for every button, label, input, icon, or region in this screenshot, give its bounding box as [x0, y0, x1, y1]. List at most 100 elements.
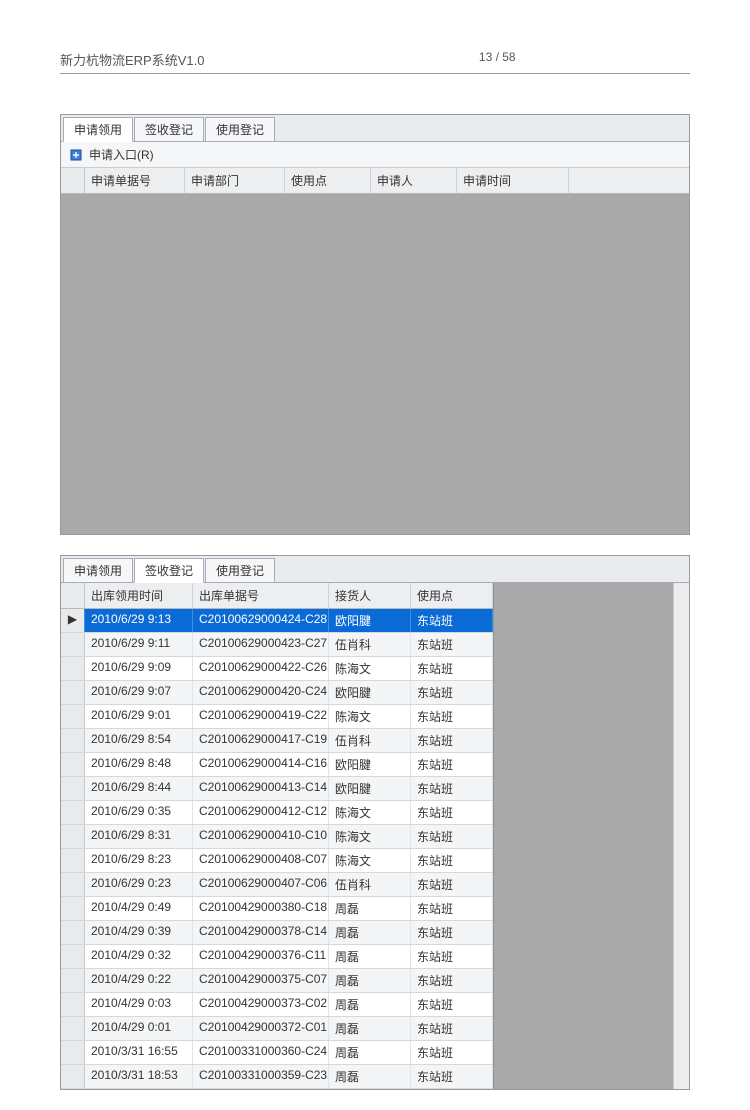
cell: 周磊 [329, 1065, 411, 1088]
table-row[interactable]: 2010/4/29 0:39C20100429000378-C14周磊东站班 [61, 921, 493, 945]
row-indicator [61, 993, 85, 1016]
grid-lower-body[interactable]: ▶2010/6/29 9:13C20100629000424-C28欧阳腱东站班… [61, 609, 493, 1089]
table-row[interactable]: 2010/6/29 9:11C20100629000423-C27伍肖科东站班 [61, 633, 493, 657]
table-row[interactable]: 2010/6/29 8:48C20100629000414-C16欧阳腱东站班 [61, 753, 493, 777]
grid-lower-empty-area [493, 583, 673, 1089]
table-row[interactable]: 2010/4/29 0:01C20100429000372-C01周磊东站班 [61, 1017, 493, 1041]
cell: 东站班 [411, 777, 493, 800]
toolbar-upper: 申请入口(R) [61, 142, 689, 168]
tabs-lower: 申请领用 签收登记 使用登记 [61, 556, 689, 583]
cell: 东站班 [411, 873, 493, 896]
table-row[interactable]: 2010/6/29 8:44C20100629000413-C14欧阳腱东站班 [61, 777, 493, 801]
row-indicator [61, 729, 85, 752]
tab-usage-lower[interactable]: 使用登记 [205, 558, 275, 582]
cell: 周磊 [329, 897, 411, 920]
cell: C20100331000359-C23 [193, 1065, 329, 1088]
cell: 2010/6/29 0:23 [85, 873, 193, 896]
cell: 2010/6/29 0:35 [85, 801, 193, 824]
col-out-time[interactable]: 出库领用时间 [85, 583, 193, 608]
col-apply-time[interactable]: 申请时间 [457, 168, 569, 193]
cell: 2010/6/29 9:09 [85, 657, 193, 680]
table-row[interactable]: 2010/4/29 0:22C20100429000375-C07周磊东站班 [61, 969, 493, 993]
cell: C20100331000360-C24 [193, 1041, 329, 1064]
table-row[interactable]: 2010/6/29 9:09C20100629000422-C26陈海文东站班 [61, 657, 493, 681]
cell: 东站班 [411, 729, 493, 752]
cell: C20100629000424-C28 [193, 609, 329, 632]
cell: 陈海文 [329, 657, 411, 680]
row-indicator [61, 681, 85, 704]
cell: 欧阳腱 [329, 753, 411, 776]
cell: 2010/4/29 0:49 [85, 897, 193, 920]
table-row[interactable]: 2010/6/29 8:23C20100629000408-C07陈海文东站班 [61, 849, 493, 873]
tab-apply[interactable]: 申请领用 [63, 117, 133, 142]
table-row[interactable]: 2010/3/31 18:53C20100331000359-C23周磊东站班 [61, 1065, 493, 1089]
table-row[interactable]: 2010/6/29 0:35C20100629000412-C12陈海文东站班 [61, 801, 493, 825]
col-use-point[interactable]: 使用点 [285, 168, 371, 193]
table-row[interactable]: 2010/6/29 9:07C20100629000420-C24欧阳腱东站班 [61, 681, 493, 705]
grid-lower-header: 出库领用时间 出库单据号 接货人 使用点 [61, 583, 493, 609]
col-apply-no[interactable]: 申请单据号 [85, 168, 185, 193]
col-receiver[interactable]: 接货人 [329, 583, 411, 608]
cell: 东站班 [411, 1017, 493, 1040]
tab-signin-lower[interactable]: 签收登记 [134, 558, 204, 583]
cell: 周磊 [329, 1017, 411, 1040]
cell: 2010/6/29 9:11 [85, 633, 193, 656]
vertical-scrollbar[interactable] [673, 583, 689, 1089]
table-row[interactable]: 2010/6/29 9:01C20100629000419-C22陈海文东站班 [61, 705, 493, 729]
cell: 东站班 [411, 705, 493, 728]
cell: 东站班 [411, 1041, 493, 1064]
row-indicator [61, 777, 85, 800]
row-indicator [61, 1065, 85, 1088]
cell: C20100629000407-C06 [193, 873, 329, 896]
col-out-no[interactable]: 出库单据号 [193, 583, 329, 608]
table-row[interactable]: 2010/6/29 8:54C20100629000417-C19伍肖科东站班 [61, 729, 493, 753]
cell: 2010/6/29 8:23 [85, 849, 193, 872]
cell: C20100629000420-C24 [193, 681, 329, 704]
cell: 2010/6/29 8:31 [85, 825, 193, 848]
cell: 东站班 [411, 921, 493, 944]
cell: C20100629000419-C22 [193, 705, 329, 728]
cell: 东站班 [411, 945, 493, 968]
cell: C20100629000408-C07 [193, 849, 329, 872]
cell: C20100629000410-C10 [193, 825, 329, 848]
table-row[interactable]: 2010/4/29 0:32C20100429000376-C11周磊东站班 [61, 945, 493, 969]
table-row[interactable]: 2010/4/29 0:03C20100429000373-C02周磊东站班 [61, 993, 493, 1017]
col-applicant[interactable]: 申请人 [371, 168, 457, 193]
cell: 欧阳腱 [329, 681, 411, 704]
col-use-loc[interactable]: 使用点 [411, 583, 493, 608]
cell: 周磊 [329, 1041, 411, 1064]
cell: C20100629000412-C12 [193, 801, 329, 824]
cell: 伍肖科 [329, 873, 411, 896]
grid-upper-body[interactable] [61, 194, 689, 534]
tab-usage[interactable]: 使用登记 [205, 117, 275, 141]
cell: 2010/4/29 0:22 [85, 969, 193, 992]
row-indicator [61, 1041, 85, 1064]
cell: C20100629000423-C27 [193, 633, 329, 656]
cell: 东站班 [411, 1065, 493, 1088]
table-row[interactable]: 2010/4/29 0:49C20100429000380-C18周磊东站班 [61, 897, 493, 921]
cell: C20100429000380-C18 [193, 897, 329, 920]
cell: 东站班 [411, 657, 493, 680]
entry-button[interactable]: 申请入口(R) [89, 146, 154, 163]
cell: 2010/6/29 9:13 [85, 609, 193, 632]
row-indicator [61, 945, 85, 968]
table-row[interactable]: 2010/6/29 0:23C20100629000407-C06伍肖科东站班 [61, 873, 493, 897]
tab-apply-lower[interactable]: 申请领用 [63, 558, 133, 582]
cell: 欧阳腱 [329, 777, 411, 800]
row-indicator [61, 705, 85, 728]
cell: 2010/3/31 18:53 [85, 1065, 193, 1088]
cell: C20100429000373-C02 [193, 993, 329, 1016]
cell: 伍肖科 [329, 729, 411, 752]
table-row[interactable]: ▶2010/6/29 9:13C20100629000424-C28欧阳腱东站班 [61, 609, 493, 633]
table-row[interactable]: 2010/3/31 16:55C20100331000360-C24周磊东站班 [61, 1041, 493, 1065]
row-indicator [61, 921, 85, 944]
tab-signin[interactable]: 签收登记 [134, 117, 204, 141]
col-apply-dept[interactable]: 申请部门 [185, 168, 285, 193]
row-indicator-header [61, 168, 85, 193]
cell: 周磊 [329, 921, 411, 944]
cell: 东站班 [411, 825, 493, 848]
cell: 2010/6/29 8:54 [85, 729, 193, 752]
cell: 陈海文 [329, 825, 411, 848]
table-row[interactable]: 2010/6/29 8:31C20100629000410-C10陈海文东站班 [61, 825, 493, 849]
row-indicator [61, 897, 85, 920]
